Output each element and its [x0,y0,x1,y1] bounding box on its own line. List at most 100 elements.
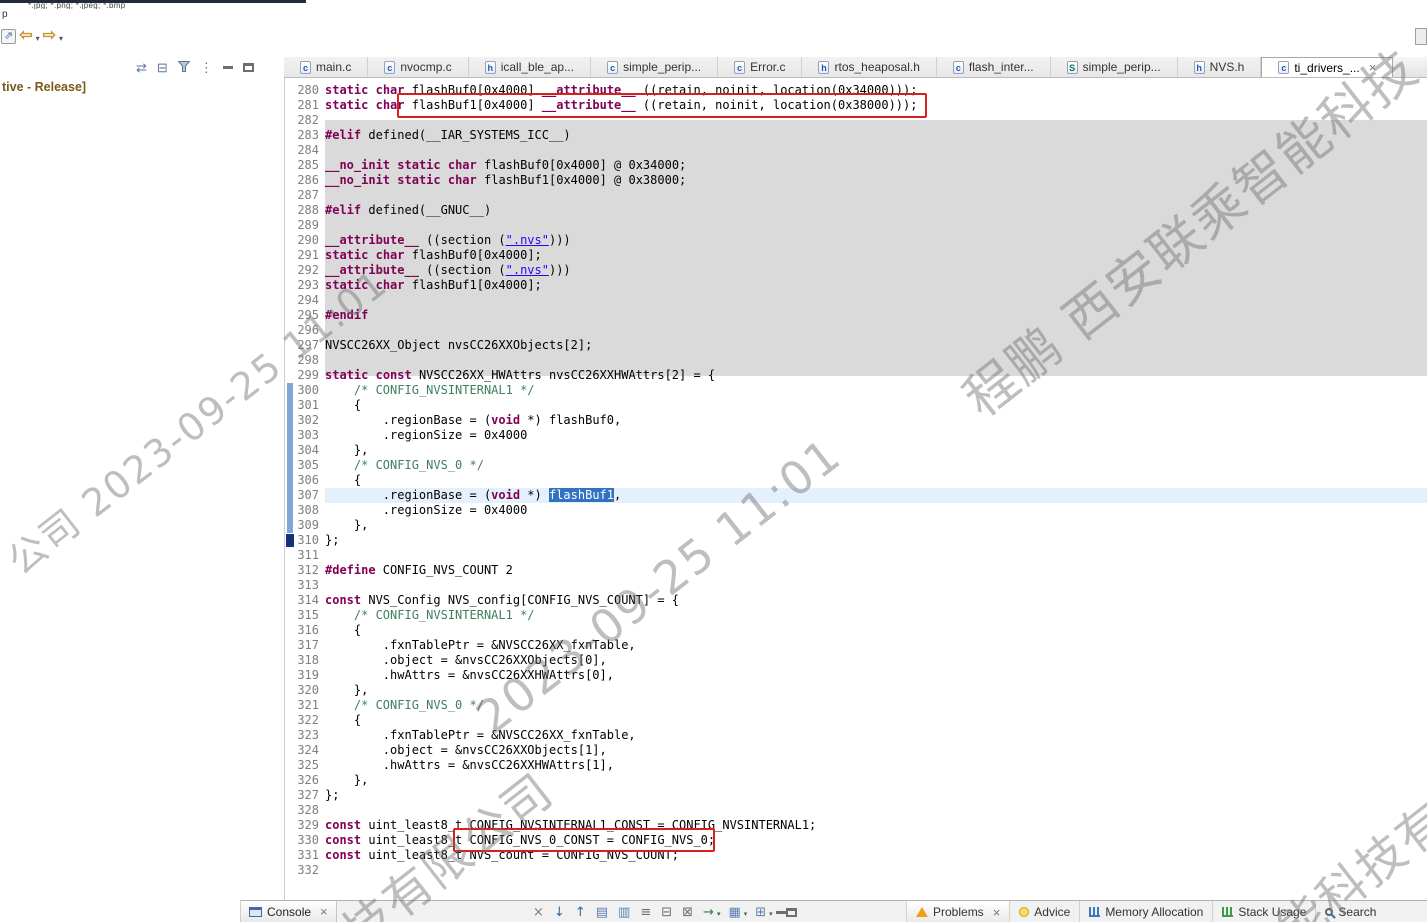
line-number[interactable]: 302 [295,413,325,428]
line-number[interactable]: 291 [295,248,325,263]
code-line[interactable]: 284 [285,143,1427,158]
line-number[interactable]: 325 [295,758,325,773]
code-line[interactable]: 308 .regionSize = 0x4000 [285,503,1427,518]
forward-history-caret-icon[interactable]: ▾ [59,34,63,43]
line-number[interactable]: 299 [295,368,325,383]
line-number[interactable]: 287 [295,188,325,203]
line-number[interactable]: 305 [295,458,325,473]
code-line[interactable]: 314 const NVS_Config NVS_config[CONFIG_NV… [285,593,1427,608]
close-icon[interactable]: × [993,906,1001,919]
open-console-icon[interactable]: ⊞ [755,906,766,919]
code-line[interactable]: 294 [285,293,1427,308]
code-line[interactable]: 306 { [285,473,1427,488]
show-stdout-console-icon[interactable]: ▤ [596,906,608,919]
code-line[interactable]: 299 static const NVSCC26XX_HWAttrs nvsCC2… [285,368,1427,383]
code-line[interactable]: 320 }, [285,683,1427,698]
code-line[interactable]: 316 { [285,623,1427,638]
forward-icon[interactable]: ⇨ [43,28,56,44]
view-tab-problems[interactable]: Problems × [906,901,1010,922]
line-number[interactable]: 314 [295,593,325,608]
show-next-console-icon[interactable]: ↓ [554,906,565,919]
code-line[interactable]: 303 .regionSize = 0x4000 [285,428,1427,443]
line-number[interactable]: 323 [295,728,325,743]
code-line[interactable]: 302 .regionBase = (void *) flashBuf0, [285,413,1427,428]
line-number[interactable]: 324 [295,743,325,758]
view-tab-memory-allocation[interactable]: Memory Allocation [1079,901,1212,922]
code-line[interactable]: 318 .object = &nvsCC26XXObjects[0], [285,653,1427,668]
code-line[interactable]: 301 { [285,398,1427,413]
editor-tab-simple-perip[interactable]: c simple_perip... [591,57,719,77]
code-line[interactable]: 327}; [285,788,1427,803]
last-edit-location-icon[interactable]: ⇗ [1,28,17,44]
relaunch-icon[interactable]: → [703,906,714,919]
dropdown-caret-icon[interactable]: ▾ [769,910,773,918]
minimize-view-icon[interactable] [775,910,786,914]
line-number[interactable]: 288 [295,203,325,218]
code-line[interactable]: 309 }, [285,518,1427,533]
back-icon[interactable]: ⇦ [19,28,32,44]
code-line[interactable]: 286 __no_init static char flashBuf1[0x400… [285,173,1427,188]
code-line[interactable]: 304 }, [285,443,1427,458]
code-line[interactable]: 332 [285,863,1427,878]
line-number[interactable]: 292 [295,263,325,278]
line-number[interactable]: 304 [295,443,325,458]
editor-tab-icall-ble-ap[interactable]: h icall_ble_ap... [468,57,592,77]
display-console-icon[interactable]: ▦ [728,906,740,919]
maximize-icon[interactable] [242,62,254,72]
line-number[interactable]: 284 [295,143,325,158]
code-line[interactable]: 295 #endif [285,308,1427,323]
line-number[interactable]: 315 [295,608,325,623]
clear-console-icon[interactable]: × [533,906,544,919]
maximize-view-icon[interactable] [785,907,797,917]
line-number[interactable]: 319 [295,668,325,683]
code-line[interactable]: 300 /* CONFIG_NVSINTERNAL1 */ [285,383,1427,398]
line-number[interactable]: 283 [295,128,325,143]
show-previous-console-icon[interactable]: ↑ [575,906,586,919]
code-line[interactable]: 328 [285,803,1427,818]
line-number[interactable]: 322 [295,713,325,728]
filter-icon[interactable] [177,60,191,74]
code-line[interactable]: 293 static char flashBuf1[0x4000]; [285,278,1427,293]
line-number[interactable]: 321 [295,698,325,713]
code-line[interactable]: 283 #elif defined(__IAR_SYSTEMS_ICC__) [285,128,1427,143]
view-tab-search[interactable]: Search [1315,901,1385,922]
code-line[interactable]: 323 .fxnTablePtr = &NVSCC26XX_fxnTable, [285,728,1427,743]
link-with-editor-icon[interactable]: ⇄ [136,61,147,74]
line-number[interactable]: 290 [295,233,325,248]
code-line[interactable]: 312 #define CONFIG_NVS_COUNT 2 [285,563,1427,578]
line-number[interactable]: 311 [295,548,325,563]
window-control-fragment[interactable] [1415,28,1427,45]
code-line[interactable]: 317 .fxnTablePtr = &NVSCC26XX_fxnTable, [285,638,1427,653]
line-number[interactable]: 301 [295,398,325,413]
code-line[interactable]: 315 /* CONFIG_NVSINTERNAL1 */ [285,608,1427,623]
line-number[interactable]: 331 [295,848,325,863]
code-line[interactable]: 325 .hwAttrs = &nvsCC26XXHWAttrs[1], [285,758,1427,773]
line-number[interactable]: 298 [295,353,325,368]
line-number[interactable]: 297 [295,338,325,353]
code-line[interactable]: 287 [285,188,1427,203]
line-number[interactable]: 316 [295,623,325,638]
back-history-caret-icon[interactable]: ▾ [36,34,40,43]
code-line[interactable]: 319 .hwAttrs = &nvsCC26XXHWAttrs[0], [285,668,1427,683]
code-line[interactable]: 291 static char flashBuf0[0x4000]; [285,248,1427,263]
line-number[interactable]: 312 [295,563,325,578]
line-number[interactable]: 293 [295,278,325,293]
code-line[interactable]: 285 __no_init static char flashBuf0[0x400… [285,158,1427,173]
line-number[interactable]: 332 [295,863,325,878]
line-number[interactable]: 317 [295,638,325,653]
code-line[interactable]: 298 [285,353,1427,368]
dropdown-caret-icon[interactable]: ▾ [717,910,721,918]
code-line[interactable]: 326 }, [285,773,1427,788]
close-icon[interactable]: × [1369,61,1377,74]
line-number[interactable]: 303 [295,428,325,443]
line-number[interactable]: 313 [295,578,325,593]
clear-on-launch-icon[interactable]: ⊠ [682,906,693,919]
code-line[interactable]: 310}; [285,533,1427,548]
show-stderr-console-icon[interactable]: ▥ [618,906,630,919]
editor-tab-error-c[interactable]: c Error.c [718,57,803,77]
line-number[interactable]: 296 [295,323,325,338]
line-number[interactable]: 310 [295,533,325,548]
editor-tab-ti-drivers[interactable]: c ti_drivers_... × [1261,57,1394,77]
tab-console[interactable]: Console × [241,901,337,922]
view-tab-stack-usage[interactable]: Stack Usage [1212,901,1315,922]
